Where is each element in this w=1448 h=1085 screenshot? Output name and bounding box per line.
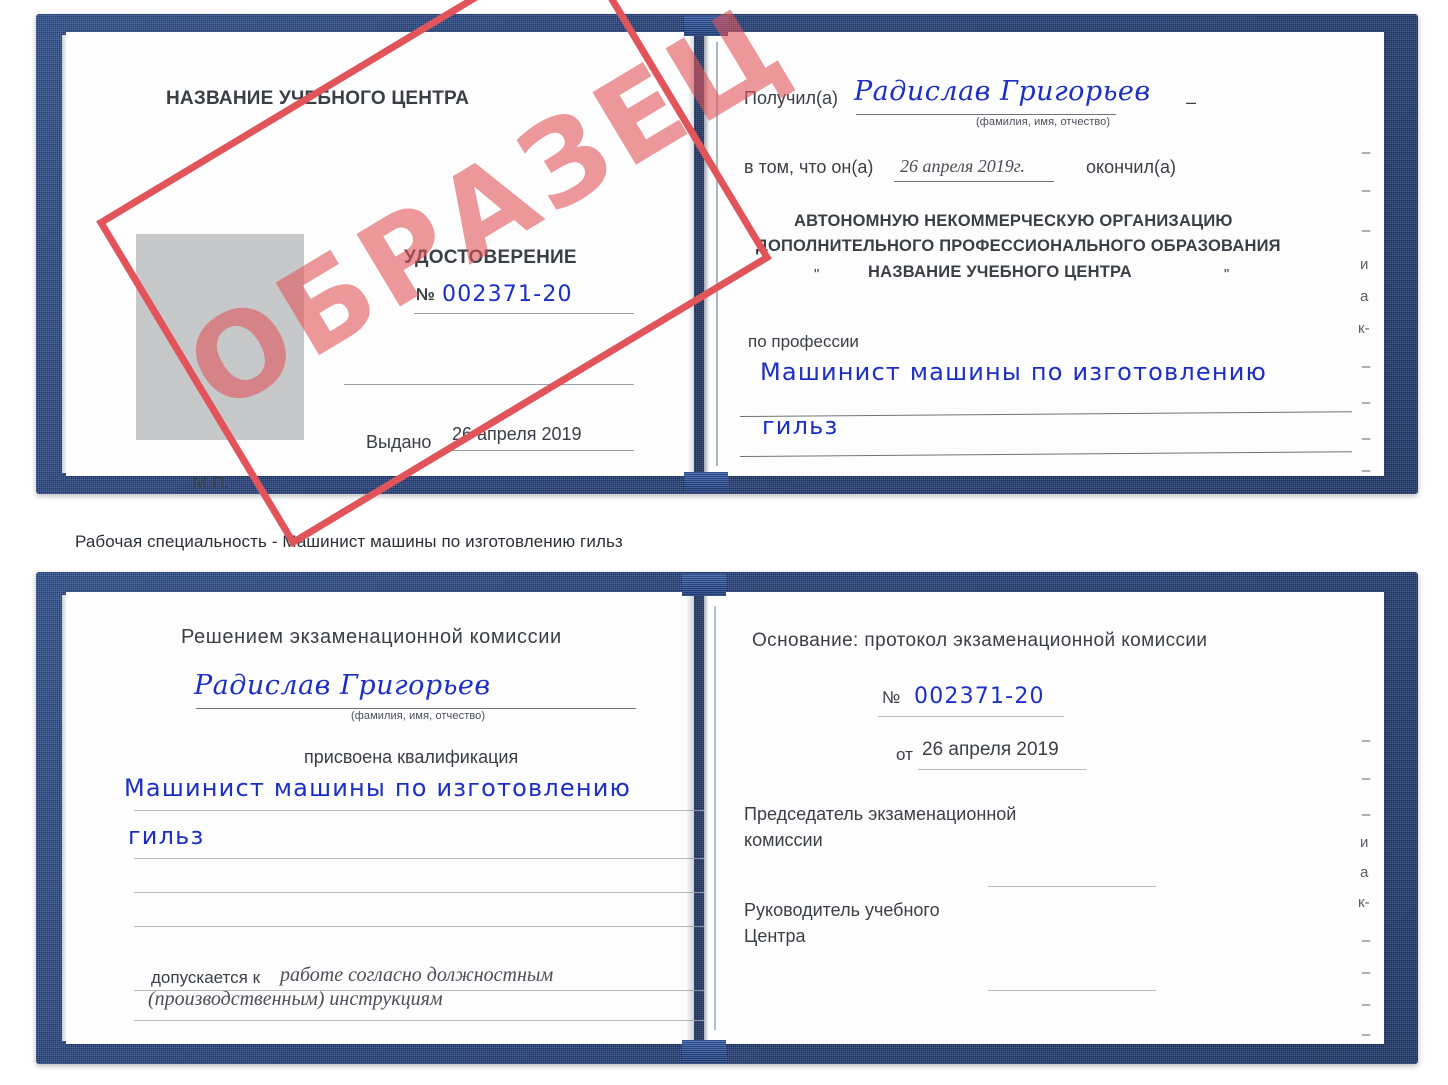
issued-rule [444,450,634,451]
page-caption: Рабочая специальность - Машинист машины … [75,532,623,551]
margin-fragment: – [1362,806,1371,823]
page-bottom-right: Основание: протокол экзаменационной коми… [704,592,1384,1044]
basis-label: Основание: протокол экзаменационной коми… [752,630,1208,651]
that-he-label: в том, что он(а) [744,157,874,177]
fio-hint-bottom: (фамилия, имя, отчество) [351,710,486,722]
fold-line-bottom-right [714,606,716,1030]
blank-rule-b2 [134,926,734,927]
organization-name: НАЗВАНИЕ УЧЕБНОГО ЦЕНТРА [868,263,1132,281]
protocol-number: 002371-20 [914,684,1045,709]
head-signature-rule [988,990,1156,991]
qualification-label: присвоена квалификация [304,747,519,767]
received-label: Получил(а) [744,88,838,108]
finish-date-rule [894,181,1054,182]
finished-label: окончил(а) [1086,157,1176,177]
admitted-label: допускается к [151,968,261,987]
qualification-rule-2 [134,858,734,859]
spine-band-bottom-lower [682,1040,726,1062]
spine-band-top-lower [684,472,728,492]
head-label-line-2: Центра [744,926,806,946]
fio-hint-top: (фамилия, имя, отчество) [976,116,1111,128]
margin-fragment: – [1362,222,1371,239]
margin-fragment: – [1362,182,1371,199]
profession-value-line-2: гильз [762,412,839,440]
margin-fragment: – [1362,462,1371,479]
page-top-right: Получил(а) Радислав Григорьев (фамилия, … [704,32,1384,479]
chairman-label-line-2: комиссии [744,830,823,850]
page-top-left: НАЗВАНИЕ УЧЕБНОГО ЦЕНТРА УДОСТОВЕРЕНИЕ №… [62,0,812,548]
protocol-date-rule [918,769,1086,770]
page-bottom-left: Решением экзаменационной комиссии Радисл… [62,592,734,1044]
dash-after-name-top: – [1186,92,1197,112]
training-center-name-top: НАЗВАНИЕ УЧЕБНОГО ЦЕНТРА [166,88,470,109]
margin-fragment: – [1362,430,1371,447]
margin-fragment: – [1362,996,1371,1013]
organization-line-2: ДОПОЛНИТЕЛЬНОГО ПРОФЕССИОНАЛЬНОГО ОБРАЗО… [756,237,1281,255]
margin-fragment: и [1360,256,1369,273]
qualification-value-line-2: гильз [128,822,205,850]
margin-fragment: – [1362,964,1371,981]
qualification-value-line-1: Машинист машины по изготовлению [124,774,631,802]
blank-rule-top [344,384,634,385]
spine-band-bottom-upper [682,574,726,596]
date-label-bottom: от [896,745,913,764]
profession-value-line-1: Машинист машины по изготовлению [760,358,1267,386]
margin-fragment: – [1362,394,1371,411]
margin-fragment: а [1360,864,1369,881]
quote-open: " [814,266,820,283]
qualification-rule-1 [134,810,734,811]
margin-fragment: и [1360,834,1369,851]
recipient-rule-bottom [196,708,636,709]
issued-label: Выдано [366,432,432,452]
margin-fragment: к- [1358,894,1370,911]
margin-fragment: – [1362,932,1371,949]
chairman-signature-rule [988,886,1156,887]
number-label-top: № [416,285,436,304]
fold-line-top-right [716,42,718,466]
photo-placeholder [136,234,304,440]
certificate-number-top: 002371-20 [442,282,573,307]
number-rule-top [414,313,634,314]
blank-rule-b1 [134,892,734,893]
protocol-number-rule [878,716,1064,717]
recipient-name-bottom: Радислав Григорьев [194,670,491,701]
admitted-value-line-1: работе согласно должностным [280,964,554,986]
number-label-bottom: № [882,688,901,707]
profession-label: по профессии [748,332,859,351]
chairman-label-line-1: Председатель экзаменационной [744,804,1017,824]
organization-line-1: АВТОНОМНУЮ НЕКОММЕРЧЕСКУЮ ОРГАНИЗАЦИЮ [794,212,1233,230]
protocol-date: 26 апреля 2019 [922,739,1059,760]
profession-rule-2 [739,451,1352,457]
decision-title: Решением экзаменационной комиссии [181,626,562,648]
certificate-book-bottom: Решением экзаменационной комиссии Радисл… [36,572,1418,1064]
margin-fragment: – [1362,358,1371,375]
finish-date: 26 апреля 2019г. [900,156,1026,176]
quote-close: " [1224,266,1230,283]
spine-band-top-upper [684,16,728,36]
document-title: УДОСТОВЕРЕНИЕ [404,247,577,268]
margin-fragment: к- [1358,320,1370,337]
margin-fragment: – [1362,770,1371,787]
certificate-book-top: НАЗВАНИЕ УЧЕБНОГО ЦЕНТРА УДОСТОВЕРЕНИЕ №… [36,0,1418,548]
head-label-line-1: Руководитель учебного [744,900,940,920]
seal-label: М.П. [193,473,229,492]
admitted-value-line-2: (производственным) инструкциям [148,988,443,1010]
admitted-rule-2 [134,1020,734,1021]
margin-fragment: – [1362,1026,1371,1043]
margin-fragment: – [1362,144,1371,161]
margin-fragment: – [1362,732,1371,749]
issued-date: 26 апреля 2019 [452,424,582,444]
recipient-rule-top [856,114,1116,115]
margin-fragment: а [1360,288,1369,305]
recipient-name-top: Радислав Григорьев [854,76,1151,107]
